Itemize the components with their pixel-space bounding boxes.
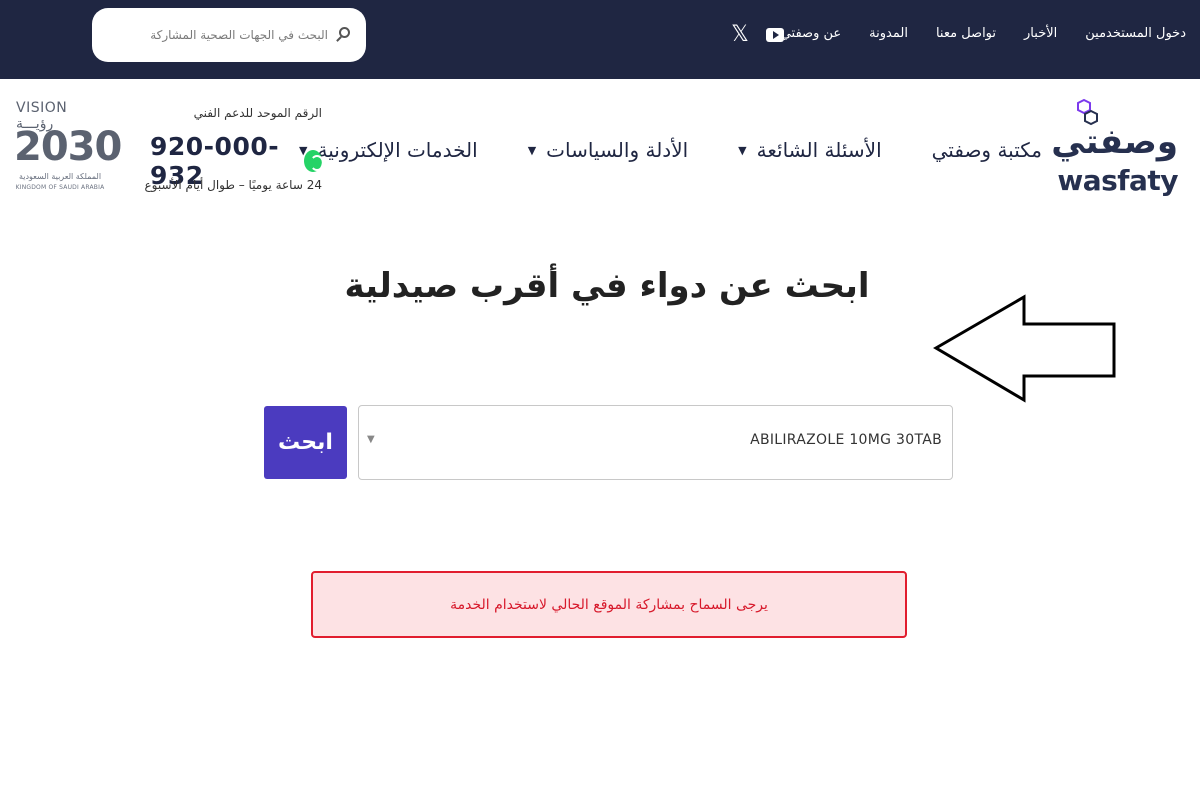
top-link-news[interactable]: الأخبار: [1024, 26, 1057, 41]
caret-down-icon: ▼: [527, 143, 537, 157]
top-links: عن وصفتي المدونة تواصل معنا الأخبار دخول…: [781, 26, 1186, 41]
search-icon[interactable]: [336, 27, 352, 43]
top-link-contact[interactable]: تواصل معنا: [936, 26, 996, 41]
top-search-box: [92, 8, 366, 62]
vision-line4: KINGDOM OF SAUDI ARABIA: [15, 184, 105, 191]
wasfaty-logo[interactable]: وصفتي wasfaty: [1051, 98, 1178, 208]
nav-item-eservices[interactable]: الخدمات الإلكترونية ▼: [299, 138, 478, 162]
location-alert: يرجى السماح بمشاركة الموقع الحالي لاستخد…: [311, 571, 907, 638]
top-search-input[interactable]: [118, 28, 328, 42]
vision-line3: المملكة العربية السعودية: [18, 172, 102, 181]
whatsapp-icon[interactable]: [304, 150, 324, 172]
nav-item-label: مكتبة وصفتي: [931, 138, 1042, 162]
nav-item-policies[interactable]: الأدلة والسياسات ▼: [528, 138, 688, 162]
search-button[interactable]: ابحث: [264, 406, 347, 479]
dropdown-arrow-icon: ▼: [367, 434, 375, 445]
youtube-icon[interactable]: [765, 25, 785, 45]
main-nav: الخدمات الإلكترونية ▼ الأدلة والسياسات ▼…: [299, 138, 1042, 162]
x-icon[interactable]: 𝕏: [730, 23, 750, 47]
support-block: الرقم الموحد للدعم الفني 920-000-932 24 …: [145, 106, 324, 202]
nav-item-label: الأدلة والسياسات: [546, 138, 689, 162]
top-link-blog[interactable]: المدونة: [869, 26, 908, 41]
left-arrow-icon: [933, 294, 1116, 403]
support-title: الرقم الموحد للدعم الفني: [193, 106, 322, 120]
selected-drug: ABILIRAZOLE 10MG 30TAB: [750, 432, 942, 448]
vision-2030-logo: VISION رؤيـــة 2030 المملكة العربية السع…: [14, 100, 122, 204]
nav-item-library[interactable]: مكتبة وصفتي: [932, 138, 1042, 162]
vision-line2: 2030: [14, 124, 122, 170]
nav-item-label: الأسئلة الشائعة: [756, 138, 882, 162]
support-hours: 24 ساعة يوميًا – طوال أيام الأسبوع: [144, 178, 323, 192]
caret-down-icon: ▼: [738, 143, 747, 157]
alert-text: يرجى السماح بمشاركة الموقع الحالي لاستخد…: [450, 596, 768, 613]
logo-arabic-text: وصفتي: [1051, 122, 1178, 162]
top-link-login[interactable]: دخول المستخدمين: [1085, 26, 1186, 41]
nav-item-faq[interactable]: الأسئلة الشائعة ▼: [738, 138, 881, 162]
drug-search-row: ابحث ▼ ABILIRAZOLE 10MG 30TAB: [264, 405, 954, 480]
top-bar: عن وصفتي المدونة تواصل معنا الأخبار دخول…: [0, 0, 1200, 79]
top-link-about[interactable]: عن وصفتي: [781, 26, 841, 41]
drug-select[interactable]: ▼ ABILIRAZOLE 10MG 30TAB: [358, 405, 953, 480]
nav-item-label: الخدمات الإلكترونية: [317, 138, 478, 162]
logo-english-text: wasfaty: [1057, 164, 1178, 197]
